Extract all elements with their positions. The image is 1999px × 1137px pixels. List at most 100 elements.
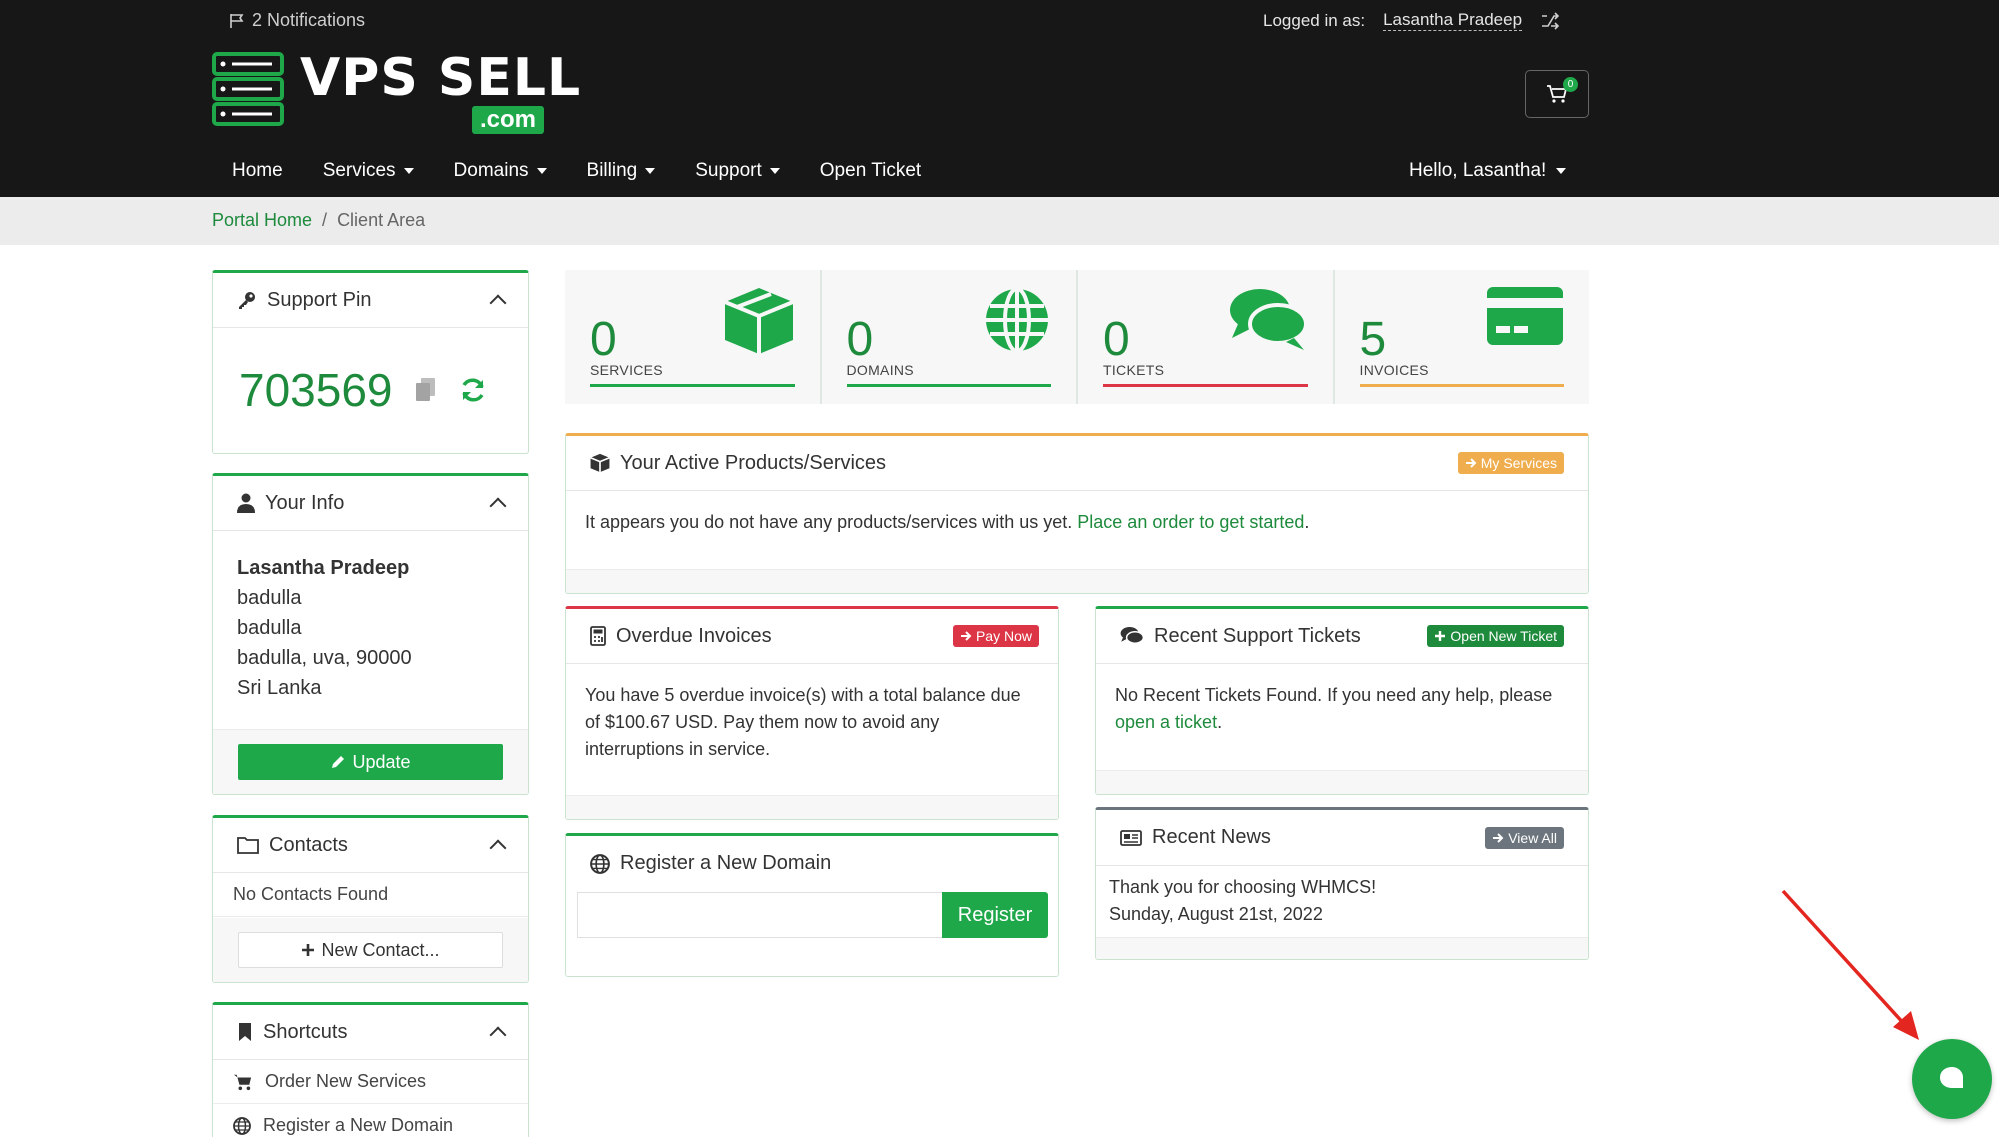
nav-home-label: Home — [232, 160, 283, 181]
stat-tickets-count: 0 — [1103, 313, 1130, 366]
main-nav: Home Services Domains Billing Support Op… — [212, 158, 941, 182]
nav-billing-label: Billing — [586, 160, 638, 181]
shopping-cart-icon — [234, 1074, 252, 1090]
address-line-2: badulla — [237, 617, 302, 639]
pencil-icon — [332, 756, 345, 768]
contacts-empty-text: No Contacts Found — [233, 884, 389, 904]
news-item-title: Thank you for choosing WHMCS! — [1109, 877, 1377, 897]
your-info-title: Your Info — [265, 491, 345, 514]
support-pin-value: 703569 — [239, 364, 393, 416]
stat-domains[interactable]: 0 DOMAINS — [822, 270, 1078, 404]
calculator-icon — [590, 626, 606, 646]
stat-invoices-count: 5 — [1359, 313, 1387, 366]
my-services-button[interactable]: My Services — [1457, 452, 1564, 474]
globe-icon — [590, 853, 610, 874]
server-stack-icon — [212, 52, 284, 126]
new-contact-label: New Contact... — [321, 939, 440, 960]
contacts-panel: Contacts No Contacts Found New Contact..… — [212, 815, 529, 983]
stats-tiles: 0 SERVICES 0 DOMAINS 0 TICKETS 5 INVOICE… — [565, 270, 1589, 404]
domain-search-input[interactable] — [577, 892, 942, 938]
comments-icon — [1120, 627, 1144, 644]
logo-wordmark: VPS SELL — [300, 48, 582, 108]
support-pin-title: Support Pin — [267, 288, 372, 311]
your-info-header[interactable]: Your Info — [213, 476, 528, 531]
news-item[interactable]: Thank you for choosing WHMCS! Sunday, Au… — [1096, 866, 1588, 936]
stat-services-label: SERVICES — [590, 362, 663, 378]
nav-home[interactable]: Home — [212, 158, 303, 182]
overdue-invoices-body: You have 5 overdue invoice(s) with a tot… — [566, 664, 1058, 781]
credit-card-icon — [1487, 287, 1563, 345]
place-order-link[interactable]: Place an order to get started — [1077, 512, 1304, 532]
register-domain-button-label: Register — [957, 903, 1033, 926]
active-products-period: . — [1304, 512, 1310, 532]
register-domain-button[interactable]: Register — [942, 892, 1048, 938]
brand-logo[interactable]: VPS SELL .com — [212, 52, 581, 134]
chevron-up-icon[interactable] — [489, 294, 507, 312]
refresh-icon[interactable] — [459, 376, 487, 404]
plus-icon — [1435, 631, 1446, 641]
arrow-right-icon — [1493, 832, 1504, 843]
nav-services-label: Services — [322, 160, 396, 181]
overdue-invoices-message: You have 5 overdue invoice(s) with a tot… — [585, 685, 1021, 759]
active-products-body: It appears you do not have any products/… — [566, 491, 1588, 554]
nav-open-ticket-label: Open Ticket — [819, 160, 922, 181]
overdue-invoices-title: Overdue Invoices — [616, 624, 772, 647]
register-domain-header: Register a New Domain — [566, 836, 1058, 891]
stat-services-count: 0 — [590, 313, 617, 366]
copy-icon[interactable] — [415, 377, 437, 403]
update-info-button[interactable]: Update — [238, 744, 503, 780]
contacts-empty-row: No Contacts Found — [213, 873, 528, 917]
logged-in-label: Logged in as: — [1263, 10, 1366, 30]
support-pin-value-row: 703569 — [239, 363, 487, 417]
nav-services[interactable]: Services — [303, 158, 434, 182]
recent-news-title: Recent News — [1152, 826, 1271, 848]
chevron-up-icon[interactable] — [489, 1026, 507, 1044]
stat-tickets[interactable]: 0 TICKETS — [1078, 270, 1335, 404]
stat-tickets-label: TICKETS — [1103, 362, 1165, 378]
breadcrumb-home[interactable]: Portal Home — [212, 210, 312, 231]
account-menu[interactable]: Hello, Lasantha! — [1409, 160, 1567, 182]
user-icon — [237, 493, 255, 513]
shortcut-order-services-label: Order New Services — [265, 1071, 427, 1091]
notifications-link[interactable]: 2 Notifications — [228, 10, 365, 31]
view-all-news-button[interactable]: View All — [1485, 826, 1564, 849]
chevron-up-icon[interactable] — [489, 497, 507, 515]
open-a-ticket-link[interactable]: open a ticket — [1115, 712, 1217, 732]
stat-invoices-bar — [1359, 384, 1564, 387]
nav-billing[interactable]: Billing — [567, 158, 676, 182]
nav-domains[interactable]: Domains — [434, 158, 567, 182]
recent-news-header: Recent News View All — [1096, 810, 1588, 866]
address-line-1: badulla — [237, 587, 302, 609]
overdue-invoices-footer — [566, 795, 1058, 819]
breadcrumb-separator: / — [322, 210, 328, 230]
nav-open-ticket[interactable]: Open Ticket — [800, 158, 941, 182]
nav-support[interactable]: Support — [675, 158, 800, 182]
stat-services[interactable]: 0 SERVICES — [565, 270, 822, 404]
notifications-label: 2 Notifications — [252, 10, 366, 30]
active-products-message: It appears you do not have any products/… — [585, 512, 1073, 532]
open-new-ticket-label: Open New Ticket — [1450, 628, 1557, 644]
contacts-header[interactable]: Contacts — [213, 818, 528, 873]
shortcut-register-domain-label: Register a New Domain — [263, 1115, 454, 1135]
logged-in-user-name[interactable]: Lasantha Pradeep — [1383, 10, 1523, 31]
shortcut-order-services[interactable]: Order New Services — [213, 1060, 528, 1104]
address-city-state-zip: badulla, uva, 90000 — [237, 647, 412, 669]
pay-now-button[interactable]: Pay Now — [952, 625, 1039, 647]
stat-invoices-label: INVOICES — [1359, 362, 1429, 378]
open-new-ticket-button[interactable]: Open New Ticket — [1427, 625, 1564, 647]
stat-invoices[interactable]: 5 INVOICES — [1335, 270, 1590, 404]
globe-icon — [233, 1116, 251, 1135]
shortcuts-header[interactable]: Shortcuts — [213, 1005, 528, 1060]
chevron-up-icon[interactable] — [489, 839, 507, 857]
shuffle-icon[interactable] — [1540, 11, 1560, 30]
support-pin-header[interactable]: Support Pin — [213, 273, 528, 328]
stat-domains-label: DOMAINS — [846, 362, 914, 378]
caret-down-icon — [645, 168, 656, 174]
address-country: Sri Lanka — [237, 677, 322, 699]
arrow-right-icon — [1465, 458, 1477, 468]
cart-button[interactable]: 0 — [1525, 70, 1589, 118]
account-greeting: Hello, Lasantha! — [1409, 160, 1547, 181]
live-chat-button[interactable] — [1912, 1039, 1992, 1119]
new-contact-button[interactable]: New Contact... — [238, 932, 503, 968]
shortcut-register-domain[interactable]: Register a New Domain — [213, 1104, 528, 1137]
